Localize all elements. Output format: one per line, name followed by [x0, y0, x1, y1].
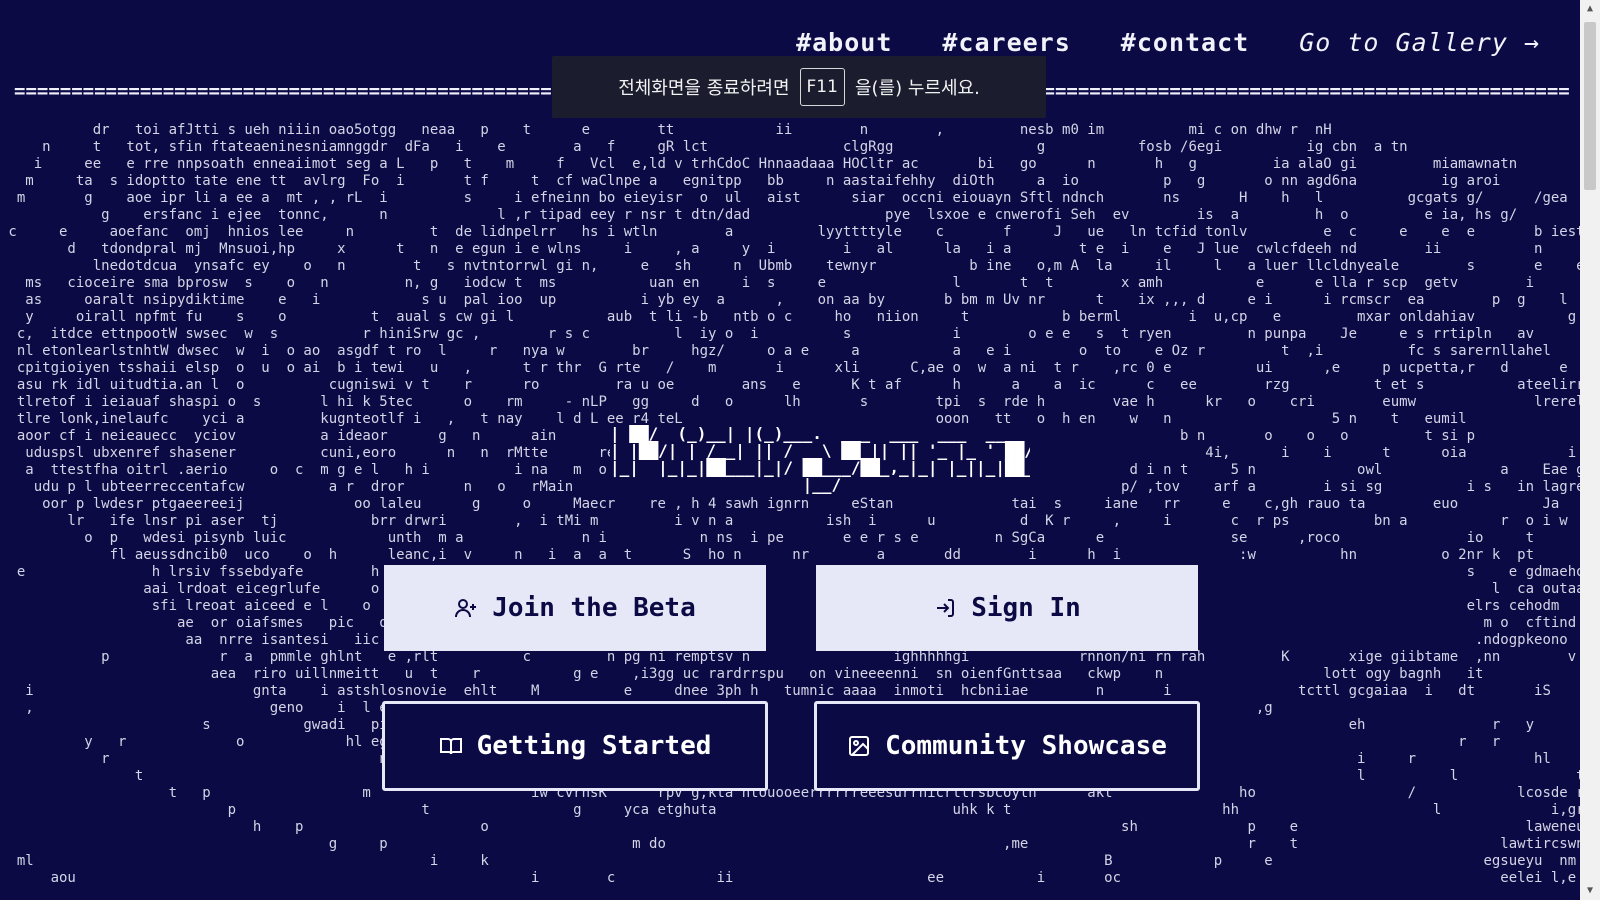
scroll-up-arrow-icon[interactable]: ▲	[1580, 0, 1600, 18]
noise-line: t p m iw cvrnsK rpv g,kta htouooeerrrrrr…	[0, 785, 1580, 801]
noise-line: cpitgioiyen tsshaii elsp o u o ai b i te…	[16, 360, 1568, 376]
ascii-art-line: |_| |_|_|██___|_|/ ██___/██_,_|_| |_||_|…	[610, 458, 1030, 477]
noise-line: h p o sh p e laweneum3g/	[0, 819, 1580, 835]
noise-line: y r o hl egf r r r wciedesni	[0, 734, 1580, 750]
noise-line: s gwadi piar eh r y mheqbntn i/	[0, 717, 1580, 733]
noise-line: c, itdce ettnpootW swsec w s r hiniSrw g…	[16, 326, 1535, 342]
noise-line: lnedotdcua ynsafc ey o n t s nvtntorrwl …	[92, 258, 1580, 274]
noise-line: c e aoefanc omj hnios lee n t de lidnpel…	[0, 224, 1580, 240]
noise-line: tlretof i ieiauaf shaspi o s l hi k 5tec…	[16, 394, 1580, 410]
top-nav: #about #careers #contact Go to Gallery →	[796, 28, 1540, 57]
noise-line: p t g yca etghuta uhk k t hh l i,grel ni	[0, 802, 1580, 818]
noise-line: r n re i r hl rum a	[0, 751, 1580, 767]
noise-line: g p m do ,me r t lawtircswnm	[0, 836, 1580, 852]
noise-line: ml i k B p e egsueyu nm	[16, 853, 1577, 869]
noise-line: m g aoe ipr li a ee a mt , , rL i s i ef…	[0, 190, 1568, 206]
noise-line: dr toi afJtti s ueh niiin oao5otgg neaa …	[0, 122, 1332, 138]
scrollbar-thumb[interactable]	[1584, 22, 1596, 190]
getting-started-button[interactable]: Getting Started	[382, 701, 768, 791]
ascii-logo-art: | ██/ (_)__| |(_)___. ___ ___ ___ ___ ._…	[610, 425, 1030, 497]
noise-line: g ersfanc i ejee tonnc, n l ,r tipad eey…	[0, 207, 1568, 223]
noise-line: ms cioceire sma bprosw s o n n, g iodcw …	[0, 275, 1580, 291]
noise-line: ae or oiafsmes pic o m o cftind gi l	[177, 615, 1577, 631]
book-open-icon	[439, 738, 462, 755]
nav-about-link[interactable]: #about	[796, 28, 892, 57]
sign-in-label: Sign In	[971, 593, 1081, 623]
noise-line: as oaralt nsipydiktime e i s u pal ioo u…	[25, 292, 1568, 308]
noise-line: o p wdesi pisynb luic unth m a n i n ns …	[84, 530, 1535, 546]
getting-started-label: Getting Started	[476, 731, 712, 761]
image-icon	[849, 736, 870, 756]
noise-line: aa nrre isantesi iic o .ndogpkeono gi i …	[185, 632, 1568, 648]
noise-line: i gnta i astshlosnovie ehlt M e dnee 3ph…	[25, 683, 1551, 699]
fullscreen-toast-text-before: 전체화면을 종료하려면	[618, 78, 790, 99]
community-showcase-label: Community Showcase	[885, 731, 1167, 761]
noise-line: aou i c ii ee i oc eelei l,e g/	[50, 870, 1577, 886]
join-beta-button[interactable]: Join the Beta	[384, 565, 766, 651]
nav-careers-link[interactable]: #careers	[942, 28, 1070, 57]
noise-line: t l l tecosnes i/	[0, 768, 1580, 784]
fullscreen-toast-text-after: 을(를) 누르세요.	[854, 78, 980, 99]
noise-line: , geno i l eopu ,g e	[25, 700, 1273, 716]
noise-line: d tdondpral mj Mnsuoi,hp x t n e egun i …	[0, 241, 1580, 257]
noise-line: y oirall npfmt fu s o t aual s cw gi l a…	[25, 309, 1577, 325]
community-showcase-button[interactable]: Community Showcase	[814, 701, 1200, 791]
noise-line: e h lrsiv fssebdyafe h t bep 444 s e gdm…	[16, 564, 1580, 580]
fullscreen-exit-toast: 전체화면을 종료하려면 F11 을(를) 누르세요.	[552, 56, 1046, 118]
noise-line: lr ife lnsr pi aser tj brr drwri , i tMi…	[67, 513, 1568, 529]
noise-line: aea riro uillnmeitt u t r g e ,i3gg uc r…	[210, 666, 1484, 682]
user-plus-icon	[455, 599, 477, 618]
noise-line: sfi lreoat aiceed e l o hi elrs cehodm d…	[151, 598, 1560, 614]
sign-in-icon	[937, 599, 955, 617]
sign-in-button[interactable]: Sign In	[816, 565, 1198, 651]
ascii-art-line: |__/ |_p/	[802, 475, 842, 494]
noise-line: asu rk idl uitudtia.an l o cugniswi v t …	[16, 377, 1580, 393]
nav-contact-link[interactable]: #contact	[1121, 28, 1249, 57]
noise-line: fl aeussdncib0 uco o h leanc,i v n i a a…	[109, 547, 1535, 563]
noise-line: aai lrdoat eicegrlufe o c s occ l ca out…	[143, 581, 1580, 597]
noise-line: m ta s idoptto tate ene tt avlrg Fo i t …	[0, 173, 1501, 189]
noise-line: p r a pmmle ghlnt e ,rlt c n pg ni rempt…	[101, 649, 1577, 665]
noise-line: n t tot, sfin ftateaeninesniamnggdr dFa …	[0, 139, 1408, 155]
ascii-art-line: | ██/ (_)__| |(_)___. ___ ___ ___ ___ ._…	[610, 425, 1015, 443]
scroll-down-arrow-icon[interactable]: ▼	[1580, 882, 1600, 900]
f11-key-badge: F11	[799, 68, 845, 106]
ascii-art-line: | |██/| | / _| || / _ \ ██ || || '_ |_ '…	[610, 441, 1030, 460]
vertical-scrollbar[interactable]: ▲ ▼	[1580, 0, 1600, 900]
join-beta-label: Join the Beta	[492, 593, 696, 623]
ascii-noise-background: dr toi afJtti s ueh niiin oao5otgg neaa …	[0, 122, 1580, 892]
noise-line: i ee e rre nnpsoath enneaiimot seg a L p…	[0, 156, 1518, 172]
noise-line: nl etonlearlstnhtW dwsec w i o ao asgdf …	[16, 343, 1551, 359]
go-to-gallery-link[interactable]: Go to Gallery →	[1299, 28, 1540, 57]
noise-line: oor p lwdesr ptgaeereeij oo laleu g o Ma…	[42, 496, 1560, 512]
